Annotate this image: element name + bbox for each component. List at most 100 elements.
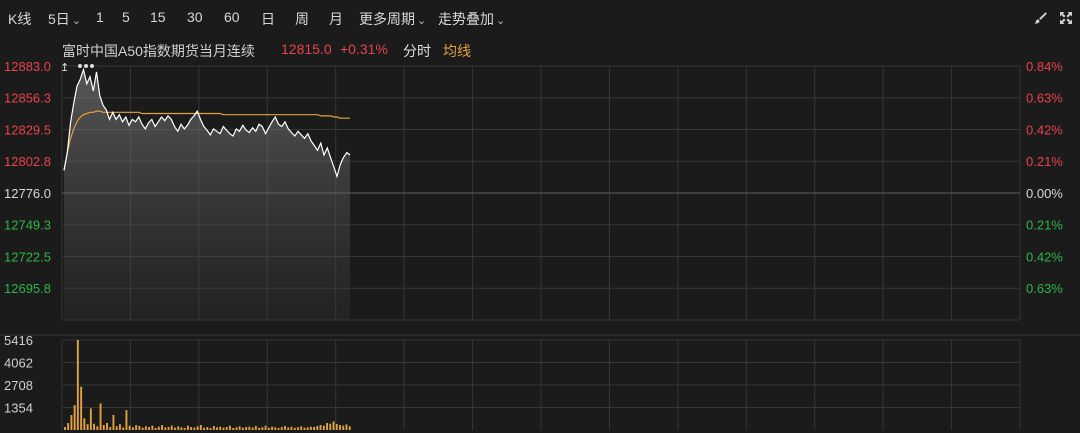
volume-bar — [297, 427, 299, 430]
volume-bar — [258, 427, 261, 430]
volume-bar — [309, 426, 312, 430]
volume-bar — [229, 425, 231, 430]
price-tick-label: 12856.3 — [4, 91, 51, 106]
volume-bar — [348, 426, 351, 430]
volume-bar — [148, 427, 150, 430]
volume-bar — [216, 427, 218, 430]
volume-bar — [274, 427, 277, 430]
volume-bar — [174, 427, 176, 430]
volume-bar — [225, 427, 228, 430]
volume-tick-label: 5416 — [4, 333, 33, 348]
volume-bar — [209, 428, 212, 430]
volume-bar — [132, 427, 134, 430]
volume-bar — [190, 427, 193, 430]
high-marker-icon: ↥ — [60, 62, 69, 74]
price-tick-label: 12695.8 — [4, 281, 51, 296]
percent-tick-label: 0.42% — [1026, 123, 1063, 138]
volume-bar — [313, 427, 316, 430]
volume-bar — [203, 427, 205, 430]
volume-bar — [180, 427, 183, 430]
percent-tick-label: 0.63% — [1026, 281, 1063, 296]
price-tick-label: 12829.5 — [4, 123, 51, 138]
volume-bar — [99, 403, 102, 430]
volume-bar — [245, 427, 248, 430]
volume-bar — [267, 427, 270, 430]
volume-bar — [339, 425, 341, 430]
volume-bar — [76, 340, 79, 430]
volume-bar — [212, 426, 215, 430]
volume-bar — [157, 426, 160, 430]
volume-bar — [70, 415, 73, 430]
volume-bar — [125, 410, 128, 430]
volume-bar — [254, 426, 257, 430]
volume-bar — [86, 424, 89, 430]
volume-bar — [67, 423, 70, 430]
volume-bar — [300, 426, 303, 430]
volume-bar — [242, 427, 244, 430]
price-tick-label: 12776.0 — [4, 186, 51, 201]
volume-bar — [138, 426, 141, 430]
volume-bar — [264, 425, 267, 430]
volume-tick-label: 2708 — [4, 378, 33, 393]
volume-bar — [284, 426, 286, 430]
percent-tick-label: 0.21% — [1026, 218, 1063, 233]
volume-bar — [322, 425, 325, 430]
volume-bar — [251, 427, 254, 430]
volume-bar — [329, 423, 332, 430]
volume-bar — [219, 426, 222, 430]
volume-tick-label: 4062 — [4, 356, 33, 371]
volume-bar — [106, 423, 108, 430]
volume-bar — [193, 427, 196, 430]
percent-tick-label: 0.63% — [1026, 91, 1063, 106]
price-area-fill — [64, 69, 350, 320]
volume-bar — [342, 425, 345, 430]
percent-tick-label: 0.42% — [1026, 250, 1063, 265]
volume-bar — [271, 426, 273, 430]
volume-bar — [102, 425, 105, 430]
volume-bar — [119, 424, 121, 430]
volume-bar — [109, 427, 112, 430]
volume-bar — [293, 427, 296, 430]
volume-bar — [326, 423, 328, 430]
volume-bar — [280, 427, 283, 430]
price-tick-label: 12802.8 — [4, 154, 51, 169]
volume-bar — [248, 426, 251, 430]
volume-bar — [128, 425, 131, 430]
percent-tick-label: 0.21% — [1026, 154, 1063, 169]
volume-bar — [73, 405, 76, 430]
price-tick-label: 12722.5 — [4, 250, 51, 265]
volume-bar — [154, 428, 157, 430]
price-axis-left: 12883.0 12856.3 12829.5 12802.8 12776.0 12749… — [4, 59, 51, 296]
volume-bar — [112, 415, 115, 430]
percent-axis-right: 0.84% 0.63% 0.42% 0.21% 0.00% 0.21% 0.42% 0.63% — [1026, 59, 1063, 296]
volume-tick-label: 1354 — [4, 401, 33, 416]
percent-tick-label: 0.84% — [1026, 59, 1063, 74]
volume-bar — [80, 386, 83, 430]
volume-bar — [222, 427, 225, 430]
volume-bar — [96, 426, 99, 430]
volume-bar — [187, 425, 189, 430]
volume-bar — [167, 427, 170, 430]
volume-bar — [196, 426, 199, 430]
volume-bar — [144, 426, 147, 430]
volume-bar — [161, 425, 163, 430]
volume-bar — [277, 428, 280, 430]
price-tick-label: 12749.3 — [4, 218, 51, 233]
volume-bar — [303, 427, 306, 430]
volume-bar — [199, 425, 202, 430]
volume-bar — [332, 421, 335, 430]
volume-bar — [151, 425, 154, 430]
chart-markers: ↥ — [60, 62, 94, 74]
price-tick-label: 12883.0 — [4, 59, 51, 74]
volume-bar — [238, 426, 241, 430]
volume-bar — [64, 427, 66, 430]
volume-bar — [290, 426, 293, 430]
volume-bar — [261, 427, 264, 430]
volume-bar — [93, 423, 95, 430]
volume-bar — [122, 427, 125, 430]
volume-axis-left: 5416 4062 2708 1354 — [4, 333, 33, 416]
volume-bar — [164, 427, 167, 430]
intraday-chart: 12883.0 12856.3 12829.5 12802.8 12776.0 12749… — [0, 59, 1080, 430]
volume-bar — [141, 427, 144, 430]
volume-bar — [287, 427, 290, 430]
